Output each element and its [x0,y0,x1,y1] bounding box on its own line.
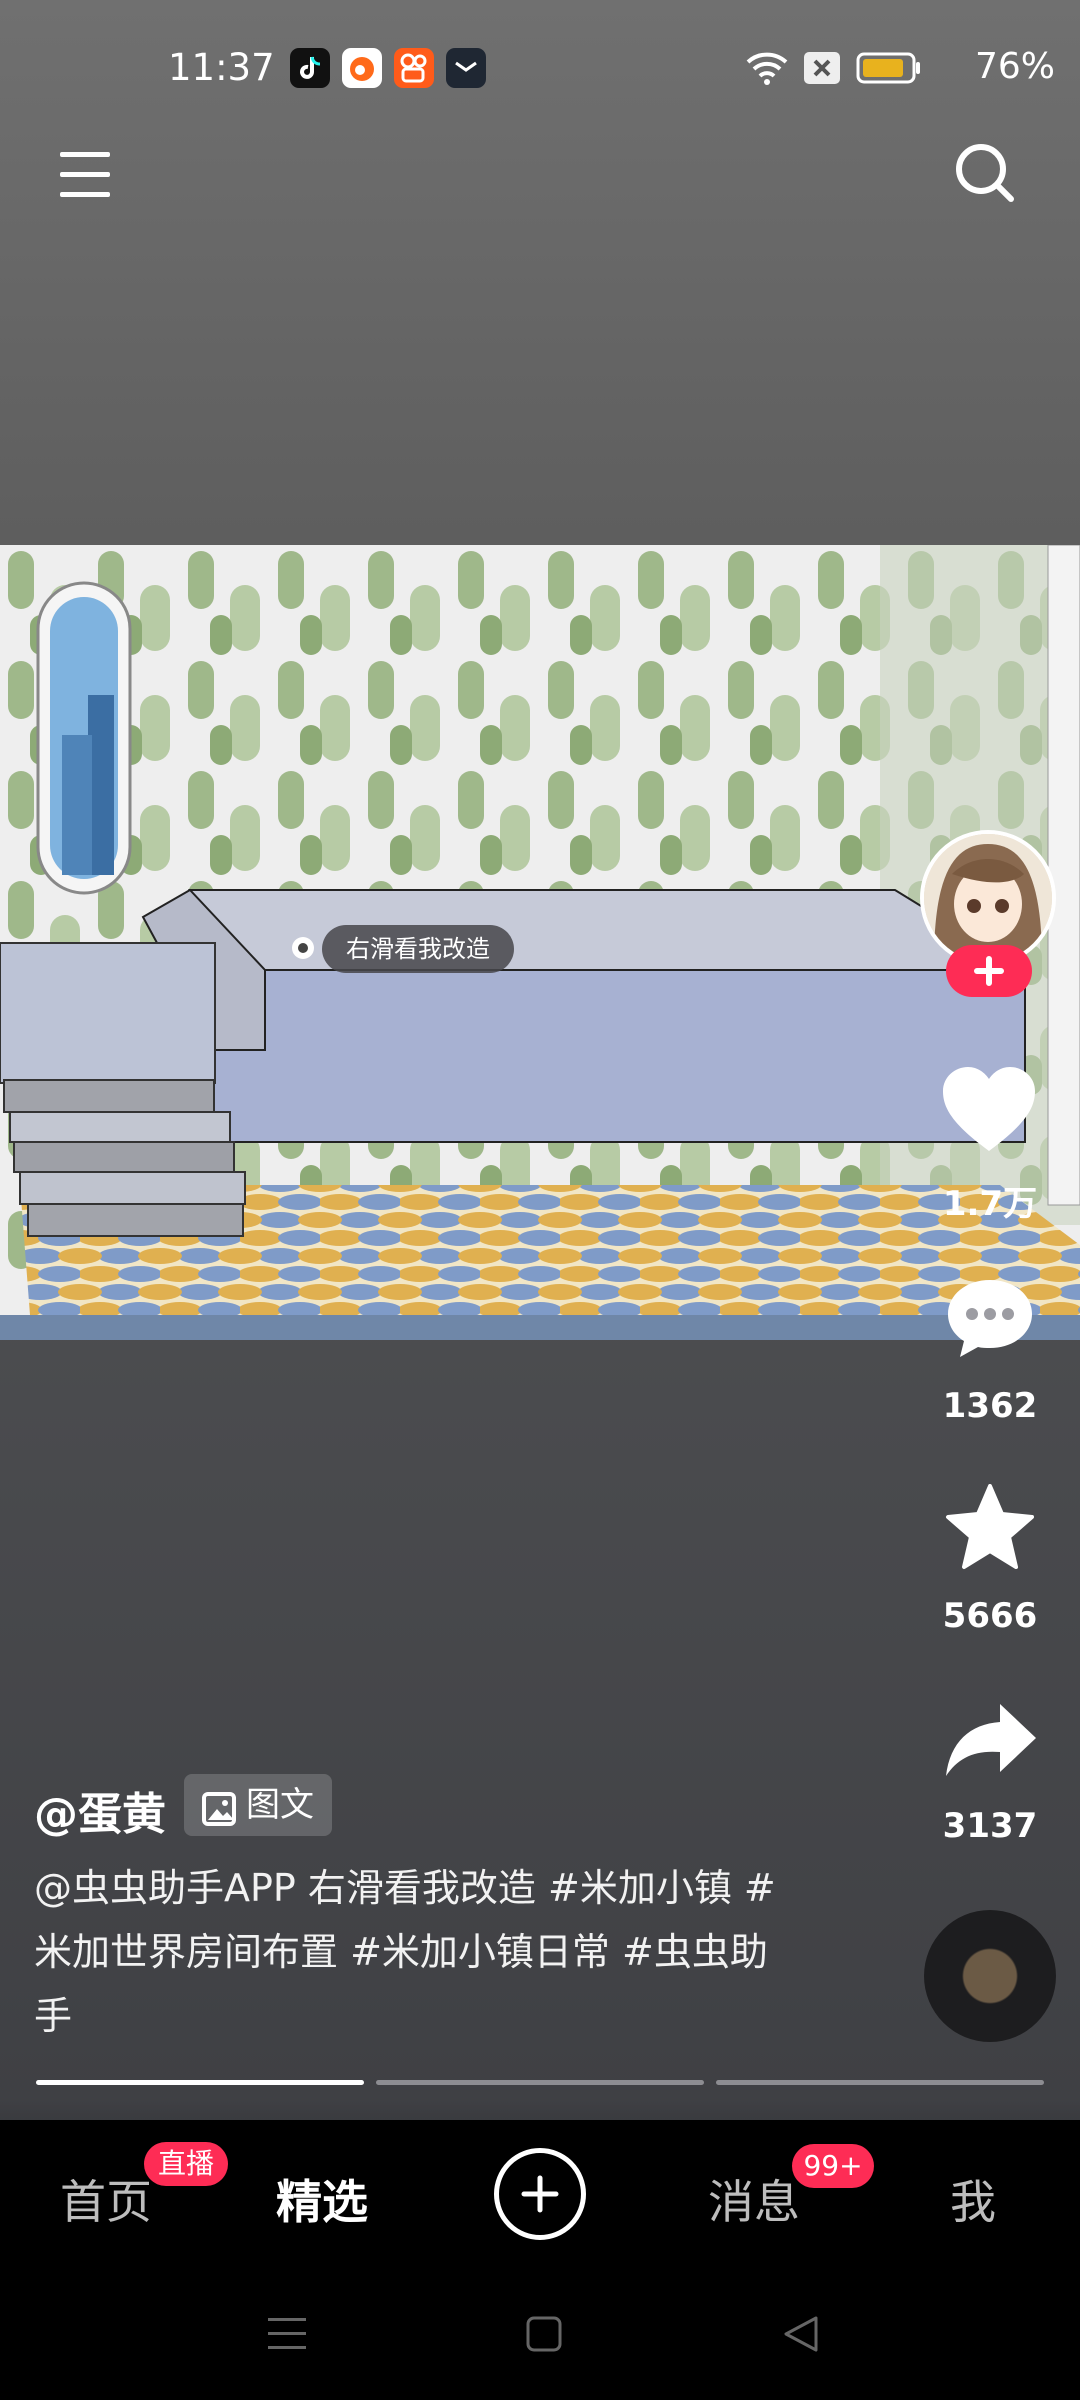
live-badge: 直播 [144,2142,228,2186]
slide-progress-3 [716,2080,1044,2085]
share-arrow-icon[interactable] [944,1702,1038,1778]
battery-percent: 76% [975,46,1056,87]
post-image-room[interactable] [0,545,1080,1340]
battery-icon [856,52,920,84]
no-sim-icon [804,52,840,84]
search-icon[interactable] [952,140,1018,206]
back-triangle-icon[interactable] [782,2314,820,2354]
swipe-hint-dot [292,937,314,959]
home-square-icon[interactable] [526,2316,562,2352]
weibo-app-icon [342,48,382,88]
share-count: 3137 [942,1806,1038,1846]
nav-featured[interactable]: 精选 [276,2166,368,2232]
kuaishou-app-icon [394,48,434,88]
create-plus-button[interactable] [494,2148,586,2240]
swipe-hint-label[interactable]: 右滑看我改造 [322,925,514,973]
post-type-label: 图文 [246,1785,314,1825]
status-time: 11:37 [168,46,275,89]
recent-apps-icon[interactable] [268,2316,306,2352]
tiktok-app-icon [290,48,330,88]
music-disc-icon[interactable] [924,1910,1056,2042]
mail-app-icon [446,48,486,88]
author-name[interactable]: @蛋黄 [34,1778,166,1842]
wifi-icon [744,48,790,86]
comment-count: 1362 [942,1386,1038,1426]
image-text-icon [200,1786,238,1826]
favorite-count: 5666 [942,1596,1038,1636]
nav-me[interactable]: 我 [950,2166,996,2232]
slide-progress-1 [36,2080,364,2085]
messages-badge: 99+ [792,2144,874,2188]
slide-progress-2 [376,2080,704,2085]
nav-home[interactable]: 首页 [60,2166,152,2232]
like-count: 1.7万 [942,1184,1038,1224]
follow-plus-button[interactable] [946,945,1032,997]
nav-messages[interactable]: 消息 [708,2166,800,2232]
like-heart-icon[interactable] [941,1065,1037,1155]
favorite-star-icon[interactable] [944,1484,1036,1572]
comment-bubble-icon[interactable] [944,1276,1036,1362]
post-type-badge: 图文 [184,1774,332,1836]
menu-icon[interactable] [58,148,114,202]
post-caption[interactable]: @虫虫助手APP 右滑看我改造 #米加小镇 #米加世界房间布置 #米加小镇日常 … [34,1856,794,2048]
